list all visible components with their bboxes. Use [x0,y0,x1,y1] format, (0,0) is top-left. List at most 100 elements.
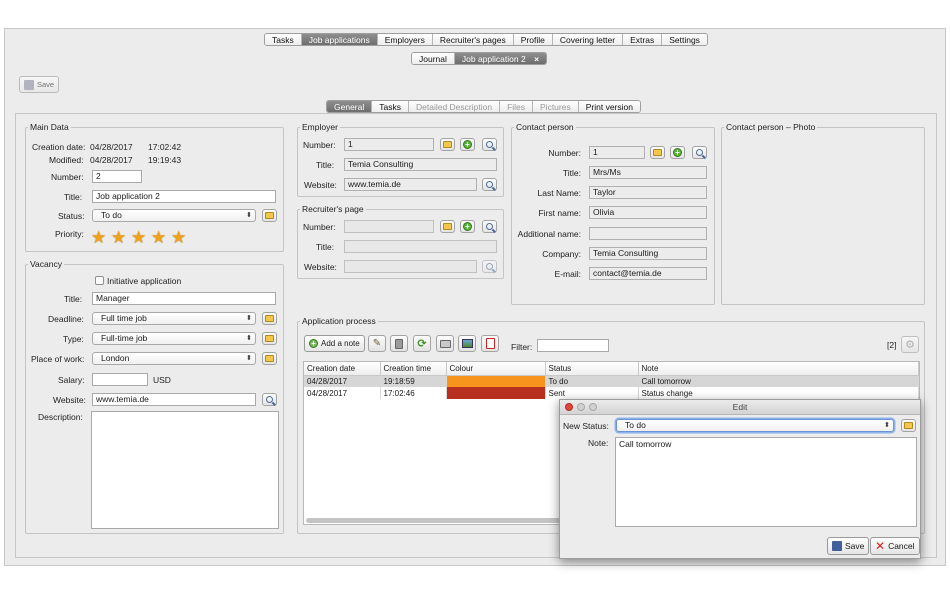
recruiter-search-button[interactable] [482,220,497,233]
subtab-tasks[interactable]: Tasks [372,101,409,112]
employer-number-input[interactable]: 1 [344,138,434,151]
priority-star-icon[interactable]: ★ [91,229,106,246]
doc-tab-journal[interactable]: Journal [412,53,455,64]
vacancy-title-input[interactable]: Manager [92,292,276,305]
first-name-input[interactable]: Olivia [589,206,707,219]
edit-note-button[interactable]: ✎ [368,335,386,352]
contact-search-button[interactable] [692,146,707,159]
toolbar-save-button[interactable]: Save [19,76,60,93]
dialog-folder-button[interactable] [901,419,916,432]
company-input[interactable]: Temia Consulting [589,247,707,260]
plus-icon: + [463,140,472,149]
new-status-select[interactable]: To do ⬍ [616,419,894,432]
last-name-input[interactable]: Taylor [589,186,707,199]
export-pdf-button[interactable] [481,335,499,352]
employer-title-input[interactable]: Temia Consulting [344,158,497,171]
employer-add-button[interactable]: + [460,138,475,151]
recruiter-number-input[interactable] [344,220,434,233]
close-window-icon[interactable] [565,403,573,411]
employer-search-button[interactable] [482,138,497,151]
vacancy-website-open-button[interactable] [262,393,277,406]
description-textarea[interactable] [91,411,279,529]
settings-button[interactable]: ⚙ [901,336,919,353]
salary-input[interactable] [92,373,148,386]
horizontal-scrollbar[interactable] [306,518,561,523]
filter-input[interactable] [537,339,609,352]
main-tab-bar: Tasks Job applications Employers Recruit… [264,33,708,46]
doc-tab-job-application[interactable]: Job application 2 × [454,53,547,64]
column-header-note[interactable]: Note [638,362,919,376]
tab-tasks[interactable]: Tasks [265,34,302,45]
type-select[interactable]: Full-time job ⬍ [92,332,256,345]
employer-folder-button[interactable] [440,138,455,151]
magnifier-icon [266,396,273,403]
export-image-button[interactable] [458,335,476,352]
title-label: Title: [64,192,83,202]
contact-number-input[interactable]: 1 [589,146,645,159]
status-folder-button[interactable] [262,209,277,222]
column-header-creation-time[interactable]: Creation time [380,362,447,376]
recruiter-website-label: Website: [304,262,337,272]
tab-covering-letter[interactable]: Covering letter [552,34,624,45]
email-input[interactable]: contact@temia.de [589,267,707,280]
employer-website-input[interactable]: www.temia.de [344,178,477,191]
initiative-checkbox[interactable] [95,276,104,285]
column-header-status[interactable]: Status [545,362,639,376]
note-textarea[interactable]: Call tomorrow [615,437,917,527]
recruiter-website-input[interactable] [344,260,477,273]
filter-label: Filter: [511,342,533,352]
last-name-label: Last Name: [537,188,581,198]
add-note-button[interactable]: + Add a note [304,335,365,352]
recruiter-folder-button[interactable] [440,220,455,233]
tab-employers[interactable]: Employers [377,34,433,45]
priority-star-icon[interactable]: ★ [131,229,146,246]
recruiter-add-button[interactable]: + [460,220,475,233]
type-folder-button[interactable] [262,332,277,345]
table-row[interactable]: 04/28/2017 17:02:46 Sent Status change [304,387,919,399]
refresh-button[interactable]: ⟳ [413,335,431,352]
tab-settings[interactable]: Settings [662,34,707,45]
dialog-cancel-button[interactable]: ✕ Cancel [870,537,920,555]
recruiter-title-input[interactable] [344,240,497,253]
subtab-pictures[interactable]: Pictures [533,101,579,112]
subtab-files[interactable]: Files [500,101,534,112]
vacancy-website-input[interactable]: www.temia.de [92,393,256,406]
priority-star-icon[interactable]: ★ [171,229,186,246]
floppy-icon [24,79,34,90]
deadline-folder-button[interactable] [262,312,277,325]
delete-note-button[interactable] [390,335,408,352]
status-select[interactable]: To do ⬍ [92,209,256,222]
tab-job-applications[interactable]: Job applications [301,34,378,45]
subtab-general[interactable]: General [327,101,373,112]
contact-title-input[interactable]: Mrs/Ms [589,166,707,179]
place-select[interactable]: London ⬍ [92,352,256,365]
additional-name-input[interactable] [589,227,707,240]
recruiter-website-open-button[interactable] [482,260,497,273]
table-row[interactable]: 04/28/2017 19:18:59 To do Call tomorrow [304,375,919,387]
priority-star-icon[interactable]: ★ [111,229,126,246]
tab-profile[interactable]: Profile [513,34,553,45]
print-button[interactable] [436,335,454,352]
contact-add-button[interactable]: + [670,146,685,159]
column-header-creation-date[interactable]: Creation date [304,362,381,376]
contact-folder-button[interactable] [650,146,665,159]
tab-extras[interactable]: Extras [623,34,663,45]
tab-recruiters-pages[interactable]: Recruiter's pages [432,34,514,45]
number-input[interactable]: 2 [92,170,142,183]
employer-website-open-button[interactable] [482,178,497,191]
subtab-print-version[interactable]: Print version [578,101,640,112]
title-input[interactable]: Job application 2 [92,190,276,203]
status-select-value: To do [101,210,122,220]
deadline-select[interactable]: Full time job ⬍ [92,312,256,325]
priority-star-icon[interactable]: ★ [151,229,166,246]
process-title: Application process [300,316,378,326]
place-folder-button[interactable] [262,352,277,365]
subtab-detailed-description[interactable]: Detailed Description [408,101,501,112]
dialog-save-button[interactable]: Save [827,537,870,555]
minimize-window-icon[interactable] [577,403,585,411]
doc-tab-label: Job application 2 [461,54,526,64]
close-tab-icon[interactable]: × [534,54,539,64]
floppy-icon [832,541,842,551]
column-header-colour[interactable]: Colour [446,362,546,376]
maximize-window-icon[interactable] [589,403,597,411]
